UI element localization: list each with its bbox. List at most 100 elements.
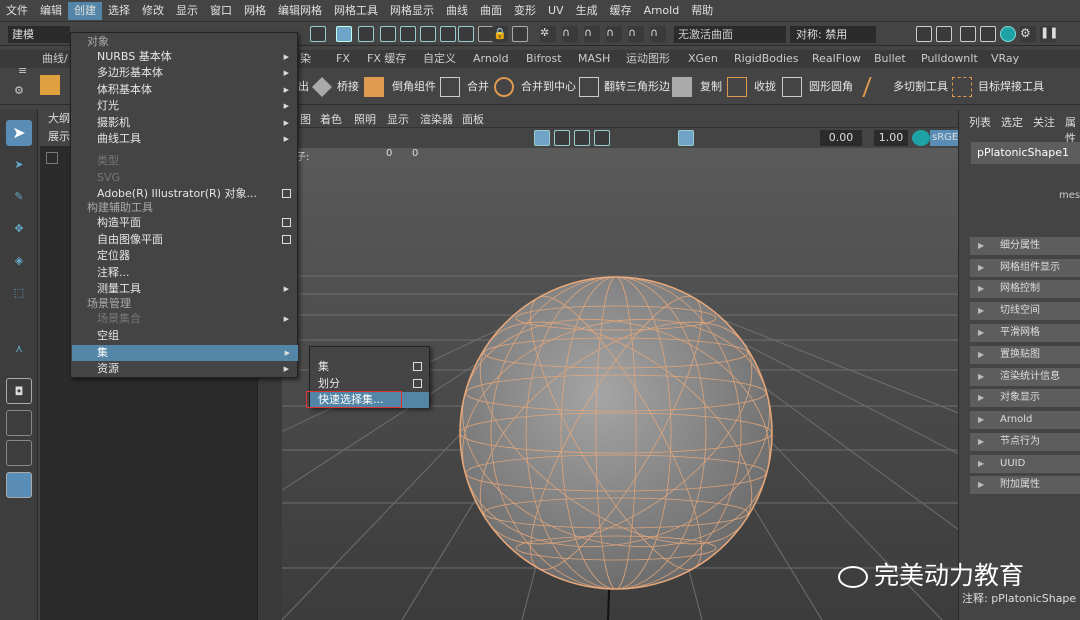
menu-help[interactable]: 帮助	[685, 2, 719, 20]
bridge-icon[interactable]	[312, 77, 332, 97]
select-edge-icon[interactable]	[380, 26, 396, 42]
vp-menu-panels[interactable]: 面板	[462, 112, 484, 128]
menu-item-cameras[interactable]: 摄影机 ▶	[97, 115, 297, 131]
shelf-tab-realflow[interactable]: RealFlow	[812, 50, 861, 68]
menu-mesh-display[interactable]: 网格显示	[384, 2, 440, 20]
snap-plane-icon[interactable]: ∩	[606, 26, 622, 42]
select-vertex-icon[interactable]	[358, 26, 374, 42]
select-misc-icon[interactable]	[440, 26, 456, 42]
shelf-item-bridge[interactable]: 桥接	[337, 77, 359, 97]
scale-tool-icon[interactable]: ⬚	[6, 280, 32, 306]
submenu-item-set[interactable]: 集	[318, 359, 428, 375]
menu-create[interactable]: 创建	[68, 1, 102, 20]
menu-file[interactable]: 文件	[0, 2, 34, 20]
shelf-tab-xgen[interactable]: XGen	[688, 50, 718, 68]
menu-display[interactable]: 显示	[170, 2, 204, 20]
ipr-icon[interactable]	[936, 26, 952, 42]
submenu-item-partition[interactable]: 划分	[318, 376, 428, 392]
shelf-tab-bullet[interactable]: Bullet	[874, 50, 906, 68]
menu-curves[interactable]: 曲线	[440, 2, 474, 20]
shelf-menu-icon[interactable]: ≡	[18, 61, 27, 81]
shelf-tab-curves[interactable]: 曲线/	[42, 50, 68, 68]
flip-edge-icon[interactable]	[579, 77, 599, 97]
attr-subdivision[interactable]: 细分属性	[970, 237, 1080, 255]
attr-component-display[interactable]: 网格组件显示	[970, 259, 1080, 277]
multi-cut-icon[interactable]	[862, 77, 890, 97]
attr-render-stats[interactable]: 渲染统计信息	[970, 368, 1080, 386]
menu-mesh-tools[interactable]: 网格工具	[328, 2, 384, 20]
layout-single-icon[interactable]: ◘	[6, 378, 32, 404]
attr-arnold[interactable]: Arnold	[970, 411, 1080, 429]
menu-cache[interactable]: 缓存	[604, 2, 638, 20]
dropdown-icon[interactable]	[310, 26, 326, 42]
shelf-tab-arnold[interactable]: Arnold	[473, 50, 509, 68]
menu-item-empty-group[interactable]: 空组	[97, 328, 297, 344]
menu-edit-mesh[interactable]: 编辑网格	[272, 2, 328, 20]
shelf-item-bevel[interactable]: 倒角组件	[392, 77, 436, 97]
merge-center-icon[interactable]	[494, 77, 514, 97]
outliner-item-icon[interactable]	[46, 152, 58, 164]
menu-item-sets[interactable]: 集 ▶	[72, 345, 298, 361]
shelf-item-multi-cut[interactable]: 多切割工具	[893, 77, 948, 97]
ae-tab-selected[interactable]: 选定	[1001, 114, 1023, 130]
snap-curve-icon[interactable]: ∩	[562, 26, 578, 42]
menu-deform[interactable]: 变形	[508, 2, 542, 20]
pick-icon[interactable]	[512, 26, 528, 42]
move-tool-icon[interactable]: ✥	[6, 216, 32, 242]
live-surface-field[interactable]: 无激活曲面	[674, 26, 786, 43]
wireframe-icon[interactable]	[534, 130, 550, 146]
menu-generate[interactable]: 生成	[570, 2, 604, 20]
snap-surface-icon[interactable]: ∩	[628, 26, 644, 42]
platonic-sphere-mesh[interactable]	[437, 276, 795, 590]
select-tool-icon[interactable]: ➤	[6, 120, 32, 146]
attr-extra[interactable]: 附加属性	[970, 476, 1080, 494]
shelf-tab-mash[interactable]: MASH	[578, 50, 610, 68]
select-handle-icon[interactable]	[336, 26, 352, 42]
shelf-item-merge[interactable]: 合并	[467, 77, 489, 97]
attr-node-behavior[interactable]: 节点行为	[970, 433, 1080, 451]
shelf-item-merge-center[interactable]: 合并到中心	[521, 77, 576, 97]
node-tab[interactable]: pPlatonicShape1	[971, 142, 1080, 164]
shelf-item-flip-edge[interactable]: 翻转三角形边	[604, 77, 670, 97]
menu-item-lights[interactable]: 灯光 ▶	[97, 98, 297, 114]
menu-item-construction-plane[interactable]: 构造平面	[97, 215, 297, 231]
lasso-tool-icon[interactable]: ➤	[6, 152, 32, 178]
lock-icon[interactable]: 🔒	[492, 26, 508, 42]
menu-mesh[interactable]: 网格	[238, 2, 272, 20]
target-weld-icon[interactable]	[952, 77, 972, 97]
exposure-field[interactable]: 0.00	[820, 130, 862, 146]
poly-cube-icon[interactable]	[40, 75, 60, 95]
vp-menu-shading[interactable]: 着色	[320, 112, 342, 128]
rotate-tool-icon[interactable]: ◈	[6, 248, 32, 274]
paint-select-icon[interactable]: ✎	[6, 184, 32, 210]
attr-uuid[interactable]: UUID	[970, 455, 1080, 473]
snap-grid-icon[interactable]: ✲	[540, 26, 556, 42]
ae-tab-focus[interactable]: 关注	[1033, 114, 1055, 130]
shelf-tab-bifrost[interactable]: Bifrost	[526, 50, 562, 68]
shelf-gear-icon[interactable]: ⚙	[14, 81, 24, 101]
layout-outliner-icon[interactable]	[6, 472, 32, 498]
menu-item-locator[interactable]: 定位器	[97, 248, 297, 264]
arnold-icon[interactable]	[1000, 26, 1016, 42]
isolate-icon[interactable]	[678, 130, 694, 146]
color-mgmt-icon[interactable]	[912, 130, 930, 146]
menu-item-nurbs[interactable]: NURBS 基本体 ▶	[97, 49, 297, 65]
option-box-icon[interactable]	[282, 235, 291, 244]
select-face-icon[interactable]	[400, 26, 416, 42]
option-box-icon[interactable]	[282, 218, 291, 227]
attr-tangent-space[interactable]: 切线空间	[970, 302, 1080, 320]
gear-icon[interactable]: ⚙	[1020, 26, 1036, 42]
vp-menu-renderer[interactable]: 渲染器	[420, 112, 453, 128]
menu-item-measure-tools[interactable]: 测量工具 ▶	[97, 281, 297, 297]
menu-item-polygon[interactable]: 多边形基本体 ▶	[97, 65, 297, 81]
layout-split-icon[interactable]	[6, 440, 32, 466]
shelf-tab-vray[interactable]: VRay	[991, 50, 1019, 68]
snap-live-icon[interactable]: ∩	[650, 26, 666, 42]
shelf-tab-pulldownit[interactable]: PulldownIt	[921, 50, 978, 68]
shelf-tab-custom[interactable]: 自定义	[423, 50, 456, 68]
menu-uv[interactable]: UV	[542, 2, 570, 20]
vp-menu-view[interactable]: 图	[300, 112, 311, 128]
menu-window[interactable]: 窗口	[204, 2, 238, 20]
attr-object-display[interactable]: 对象显示	[970, 389, 1080, 407]
shelf-tab-render[interactable]: 染	[300, 50, 311, 68]
